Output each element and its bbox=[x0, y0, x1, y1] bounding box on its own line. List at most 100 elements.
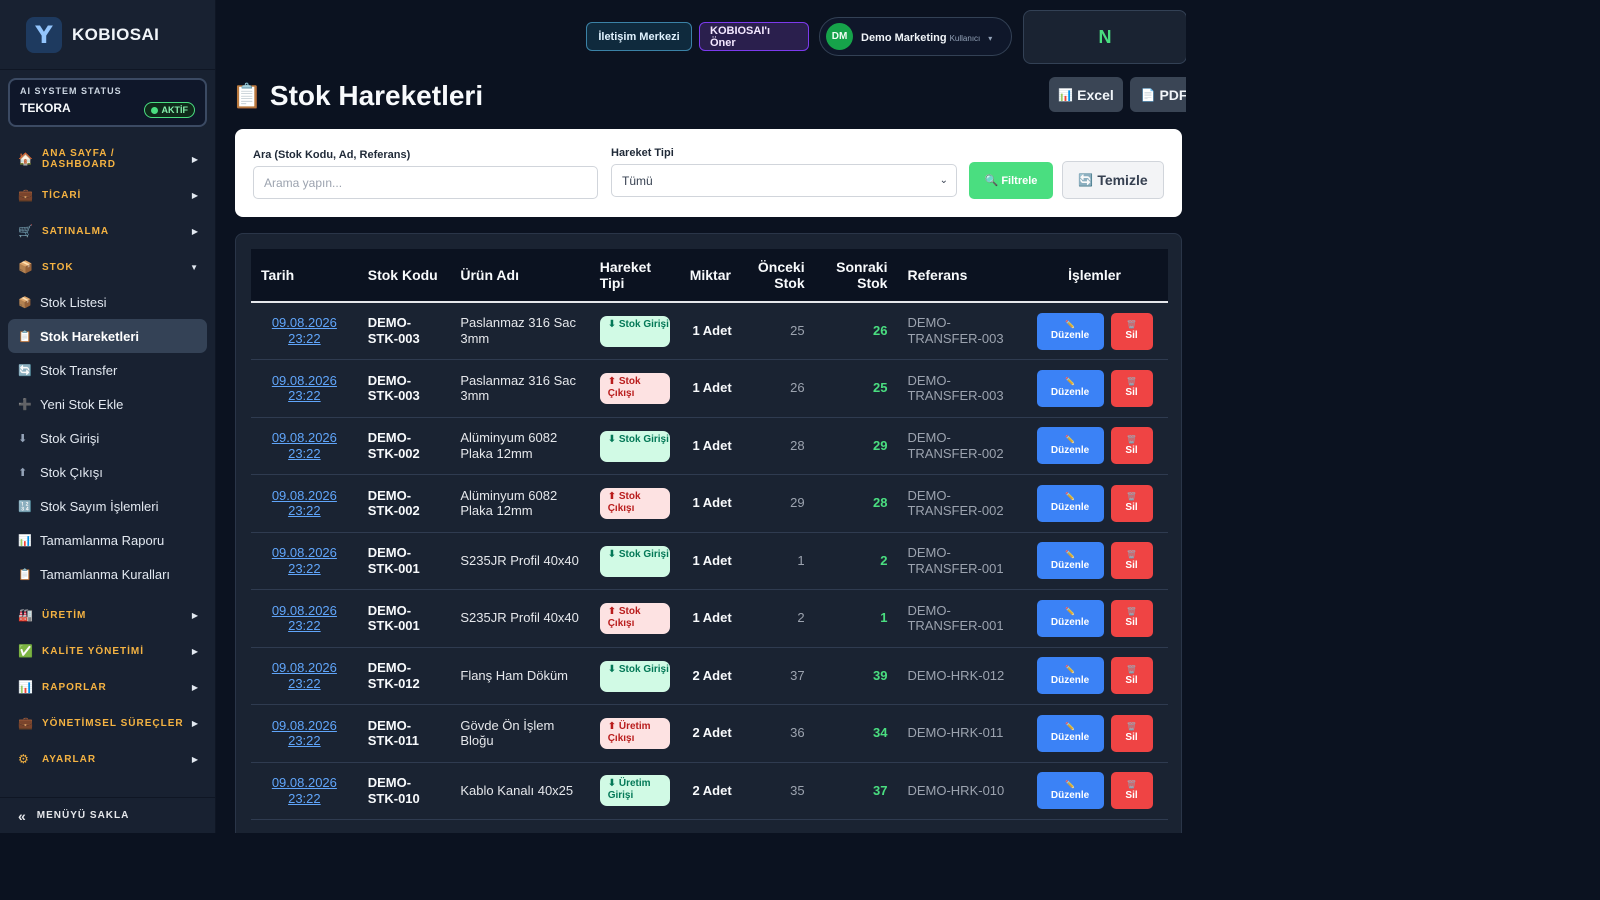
sidebar-section-üreti-m[interactable]: 🏭 ÜRETİM ▶ bbox=[0, 597, 215, 633]
movement-type-select[interactable]: Tümü ⌄ bbox=[611, 164, 957, 197]
col-movement-type[interactable]: Hareket Tipi bbox=[589, 249, 680, 303]
edit-button[interactable]: ✏️ Düzenle bbox=[1036, 599, 1104, 637]
actions-cell: ✏️ Düzenle 🗑️ Sil bbox=[1021, 302, 1168, 360]
delete-button[interactable]: 🗑️ Sil bbox=[1110, 312, 1153, 350]
col-date[interactable]: Tarih bbox=[251, 249, 358, 303]
col-product-name[interactable]: Ürün Adı bbox=[450, 249, 590, 303]
sidebar-section-satinalma[interactable]: 🛒 SATINALMA ▶ bbox=[0, 213, 215, 249]
table-row: 09.08.2026 23:22 DEMO-STK-003 Paslanmaz 31… bbox=[251, 302, 1168, 360]
section-icon: 🛒 bbox=[18, 224, 34, 238]
stock-code-cell: DEMO-STK-011 bbox=[357, 704, 451, 763]
user-menu[interactable]: DM Demo Marketing Kullanıcı ▾ bbox=[819, 17, 1012, 56]
edit-button[interactable]: ✏️ Düzenle bbox=[1036, 427, 1104, 465]
product-name-cell: Gövde Ön İşlem Bloğu bbox=[450, 704, 590, 763]
recommend-button[interactable]: KOBIOSAI'ı Öner bbox=[699, 22, 809, 51]
contact-center-button[interactable]: İletişim Merkezi bbox=[586, 22, 692, 51]
edit-button[interactable]: ✏️ Düzenle bbox=[1036, 369, 1104, 407]
trash-icon: 🗑️ bbox=[1126, 607, 1137, 617]
stock-code-cell: DEMO-STK-010 bbox=[357, 762, 451, 820]
section-icon: 🏠 bbox=[18, 152, 34, 166]
sidebar-section-ayarlar[interactable]: ⚙ AYARLAR ▶ bbox=[0, 741, 215, 777]
hide-menu-button[interactable]: « MENÜYÜ SAKLA bbox=[0, 797, 216, 833]
sidebar-item-stok-5[interactable]: ⬆ Stok Çıkışı bbox=[0, 455, 215, 489]
edit-button[interactable]: ✏️ Düzenle bbox=[1036, 312, 1104, 350]
date-link[interactable]: 09.08.2026 23:22 bbox=[261, 603, 348, 634]
next-stock-cell: 39 bbox=[814, 647, 898, 705]
date-link[interactable]: 09.08.2026 23:22 bbox=[261, 315, 348, 346]
sidebar-item-stok-3[interactable]: ➕ Yeni Stok Ekle bbox=[0, 387, 215, 421]
notification-box[interactable]: N bbox=[1023, 10, 1186, 64]
delete-button[interactable]: 🗑️ Sil bbox=[1110, 772, 1153, 810]
pencil-icon: ✏️ bbox=[1065, 434, 1076, 444]
clear-button[interactable]: 🔄 Temizle bbox=[1062, 161, 1164, 199]
sidebar-section-raporlar[interactable]: 📊 RAPORLAR ▶ bbox=[0, 669, 215, 705]
date-link[interactable]: 09.08.2026 23:22 bbox=[261, 660, 348, 691]
sidebar-item-label: Stok Hareketleri bbox=[40, 328, 139, 344]
sidebar-item-stok-4[interactable]: ⬇ Stok Girişi bbox=[0, 421, 215, 455]
sidebar-section-ana-sayfa-dashboard[interactable]: 🏠 ANA SAYFA / DASHBOARD ▶ bbox=[0, 141, 215, 177]
edit-label: Düzenle bbox=[1050, 502, 1090, 514]
filter-button[interactable]: 🔍 Filtrele bbox=[969, 162, 1053, 199]
date-link[interactable]: 09.08.2026 23:22 bbox=[261, 373, 348, 404]
quantity-cell: 1 Adet bbox=[679, 532, 742, 590]
col-reference[interactable]: Referans bbox=[897, 249, 1022, 303]
chevron-right-icon: ▶ bbox=[191, 190, 199, 200]
date-cell: 09.08.2026 23:22 bbox=[251, 647, 358, 705]
edit-button[interactable]: ✏️ Düzenle bbox=[1036, 772, 1104, 810]
edit-button[interactable]: ✏️ Düzenle bbox=[1036, 714, 1104, 752]
col-prev-stock[interactable]: Önceki Stok bbox=[741, 249, 815, 303]
col-quantity[interactable]: Miktar bbox=[679, 249, 742, 303]
delete-button[interactable]: 🗑️ Sil bbox=[1110, 657, 1153, 695]
sidebar-item-stok-hareketleri[interactable]: 📋 Stok Hareketleri bbox=[8, 319, 207, 353]
delete-button[interactable]: 🗑️ Sil bbox=[1110, 427, 1153, 465]
table-row: 09.08.2026 23:22 DEMO-STK-003 Paslanmaz 31… bbox=[251, 359, 1168, 418]
col-next-stock[interactable]: Sonraki Stok bbox=[814, 249, 898, 303]
sidebar-section-yöneti-msel-süreçler[interactable]: 💼 YÖNETİMSEL SÜREÇLER ▶ bbox=[0, 705, 215, 741]
reference-cell: DEMO-TRANSFER-002 bbox=[897, 474, 1022, 533]
date-link[interactable]: 09.08.2026 23:22 bbox=[261, 775, 348, 806]
movement-type-cell: ⬆ Üretim Çıkışı bbox=[589, 704, 680, 763]
col-stock-code[interactable]: Stok Kodu bbox=[357, 249, 451, 303]
date-link[interactable]: 09.08.2026 23:22 bbox=[261, 718, 348, 749]
edit-button[interactable]: ✏️ Düzenle bbox=[1036, 542, 1104, 580]
sidebar-item-stok-0[interactable]: 📦 Stok Listesi bbox=[0, 285, 215, 319]
delete-button[interactable]: 🗑️ Sil bbox=[1110, 484, 1153, 522]
delete-label: Sil bbox=[1125, 444, 1138, 456]
status-badge-text: AKTİF bbox=[161, 105, 189, 115]
export-excel-button[interactable]: 📊 Excel bbox=[1049, 77, 1123, 112]
date-link[interactable]: 09.08.2026 23:22 bbox=[261, 545, 348, 576]
sidebar-section-ti-cari-[interactable]: 💼 TİCARİ ▶ bbox=[0, 177, 215, 213]
sidebar-item-stok-2[interactable]: 🔄 Stok Transfer bbox=[0, 353, 215, 387]
clipboard-icon: 📋 bbox=[232, 82, 262, 110]
edit-button[interactable]: ✏️ Düzenle bbox=[1036, 657, 1104, 695]
sidebar-nav: 🏠 ANA SAYFA / DASHBOARD ▶ 💼 TİCARİ ▶ 🛒 SATINALM… bbox=[0, 141, 215, 777]
delete-button[interactable]: 🗑️ Sil bbox=[1110, 542, 1153, 580]
edit-button[interactable]: ✏️ Düzenle bbox=[1036, 484, 1104, 522]
movement-type-text: Stok Girişi bbox=[618, 433, 669, 445]
sidebar-section-kali-te-yöneti-mi-[interactable]: ✅ KALİTE YÖNETİMİ ▶ bbox=[0, 633, 215, 669]
sidebar-item-stok-7[interactable]: 📊 Tamamlanma Raporu bbox=[0, 523, 215, 557]
search-input[interactable] bbox=[253, 166, 598, 199]
export-pdf-button[interactable]: 📄 PDF bbox=[1130, 77, 1186, 112]
movements-table: Tarih Stok Kodu Ürün Adı Hareket Tipi Mi… bbox=[251, 249, 1168, 820]
date-link[interactable]: 09.08.2026 23:22 bbox=[261, 488, 348, 519]
next-stock-cell: 34 bbox=[814, 704, 898, 763]
actions-cell: ✏️ Düzenle 🗑️ Sil bbox=[1021, 474, 1168, 533]
movement-type-text: Stok Girişi bbox=[618, 663, 669, 675]
stock-code-cell: DEMO-STK-002 bbox=[357, 474, 451, 533]
delete-button[interactable]: 🗑️ Sil bbox=[1110, 714, 1153, 752]
sidebar-section-stok[interactable]: 📦 STOK ▼ bbox=[0, 249, 215, 285]
delete-button[interactable]: 🗑️ Sil bbox=[1110, 369, 1153, 407]
movement-type-badge: ⬆ Stok Çıkışı bbox=[599, 372, 670, 404]
date-link[interactable]: 09.08.2026 23:22 bbox=[261, 430, 348, 461]
sidebar-item-stok-8[interactable]: 📋 Tamamlanma Kuralları bbox=[0, 557, 215, 591]
actions-cell: ✏️ Düzenle 🗑️ Sil bbox=[1021, 417, 1168, 475]
document-icon: 📄 bbox=[1140, 87, 1156, 102]
chevron-down-icon: ▾ bbox=[988, 33, 993, 43]
sidebar-item-stok-6[interactable]: 🔢 Stok Sayım İşlemleri bbox=[0, 489, 215, 523]
delete-label: Sil bbox=[1125, 559, 1138, 571]
next-stock-cell: 1 bbox=[814, 589, 898, 648]
brand[interactable]: Y KOBIOSAI bbox=[0, 0, 215, 70]
delete-button[interactable]: 🗑️ Sil bbox=[1110, 599, 1153, 637]
movement-icon: ⬇ bbox=[607, 663, 619, 675]
